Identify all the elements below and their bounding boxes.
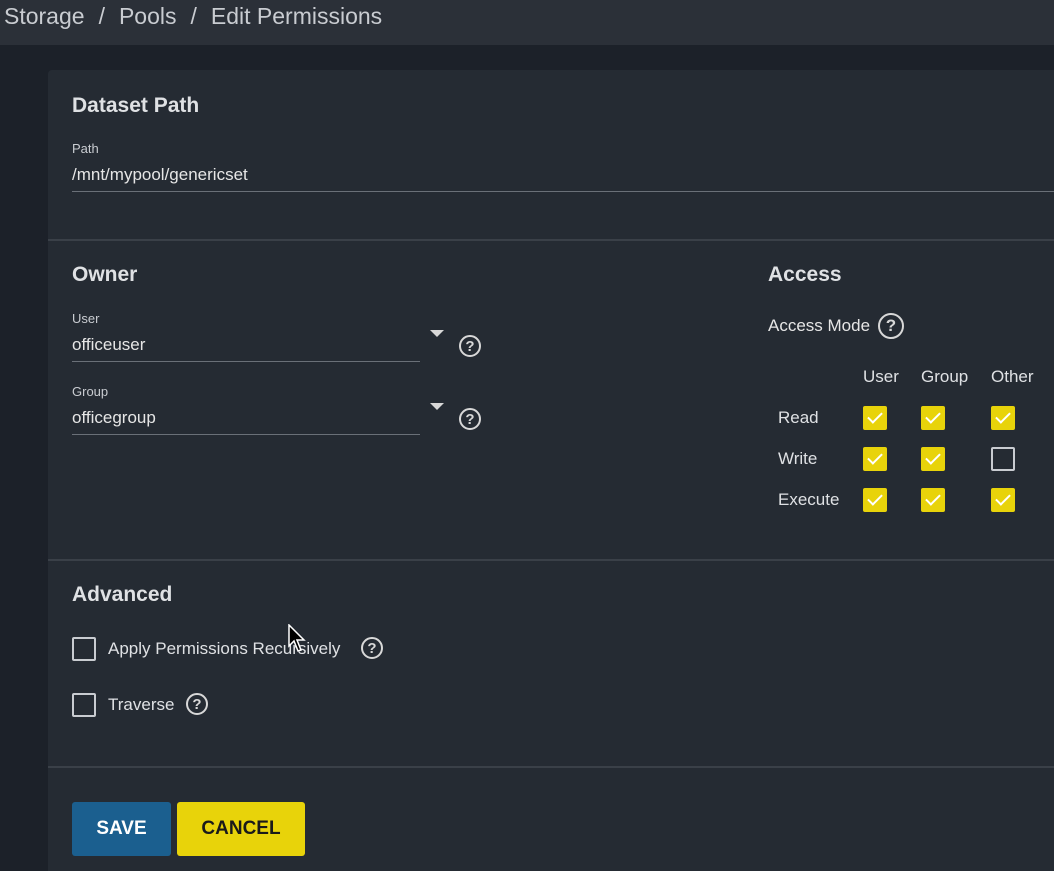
access-mode-label: Access Mode bbox=[768, 316, 871, 335]
user-underline bbox=[72, 361, 420, 362]
user-value[interactable]: officeuser bbox=[72, 335, 145, 355]
access-read-group-checkbox[interactable] bbox=[921, 406, 945, 430]
access-row-execute: Execute bbox=[778, 490, 840, 509]
cancel-button[interactable]: CANCEL bbox=[177, 802, 305, 856]
help-circle-icon[interactable]: ? bbox=[878, 313, 904, 339]
access-row-read: Read bbox=[778, 408, 819, 427]
caret-down-icon[interactable] bbox=[430, 403, 444, 410]
access-row-write: Write bbox=[778, 449, 818, 468]
access-write-user-checkbox[interactable] bbox=[863, 447, 887, 471]
breadcrumb-separator: / bbox=[190, 3, 197, 29]
access-write-other-checkbox[interactable] bbox=[991, 447, 1015, 471]
group-value[interactable]: officegroup bbox=[72, 408, 156, 428]
group-label: Group bbox=[72, 384, 109, 399]
breadcrumb-storage[interactable]: Storage bbox=[4, 3, 85, 29]
group-underline bbox=[72, 434, 420, 435]
path-underline bbox=[72, 191, 1054, 192]
access-execute-other-checkbox[interactable] bbox=[991, 488, 1015, 512]
path-field[interactable]: /mnt/mypool/genericset bbox=[72, 165, 248, 185]
advanced-heading: Advanced bbox=[72, 583, 173, 606]
access-read-other-checkbox[interactable] bbox=[991, 406, 1015, 430]
access-col-user: User bbox=[863, 367, 899, 386]
breadcrumb-separator: / bbox=[98, 3, 105, 29]
save-button[interactable]: SAVE bbox=[72, 802, 171, 856]
help-circle-icon[interactable]: ? bbox=[459, 408, 481, 430]
access-col-other: Other bbox=[991, 367, 1034, 386]
access-write-group-checkbox[interactable] bbox=[921, 447, 945, 471]
section-divider bbox=[48, 239, 1054, 241]
owner-heading: Owner bbox=[72, 263, 138, 286]
path-label: Path bbox=[72, 141, 99, 156]
help-circle-icon[interactable]: ? bbox=[361, 637, 383, 659]
access-heading: Access bbox=[768, 263, 842, 286]
access-col-group: Group bbox=[921, 367, 969, 386]
section-divider bbox=[48, 559, 1054, 561]
caret-down-icon[interactable] bbox=[430, 330, 444, 337]
apply-recursively-checkbox[interactable] bbox=[72, 637, 96, 661]
traverse-checkbox[interactable] bbox=[72, 693, 96, 717]
permissions-card: Dataset Path Path /mnt/mypool/genericset… bbox=[48, 70, 1054, 871]
help-circle-icon[interactable]: ? bbox=[459, 335, 481, 357]
access-execute-group-checkbox[interactable] bbox=[921, 488, 945, 512]
breadcrumb-current: Edit Permissions bbox=[210, 3, 383, 29]
section-divider bbox=[48, 766, 1054, 768]
mouse-cursor-icon bbox=[288, 624, 306, 652]
access-execute-user-checkbox[interactable] bbox=[863, 488, 887, 512]
dataset-path-heading: Dataset Path bbox=[72, 94, 200, 117]
traverse-label[interactable]: Traverse bbox=[108, 695, 174, 715]
breadcrumb: Storage / Pools / Edit Permissions bbox=[4, 3, 382, 30]
top-bar: Storage / Pools / Edit Permissions bbox=[0, 0, 1054, 45]
breadcrumb-pools[interactable]: Pools bbox=[119, 3, 177, 29]
help-circle-icon[interactable]: ? bbox=[186, 693, 208, 715]
user-label: User bbox=[72, 311, 100, 326]
access-read-user-checkbox[interactable] bbox=[863, 406, 887, 430]
